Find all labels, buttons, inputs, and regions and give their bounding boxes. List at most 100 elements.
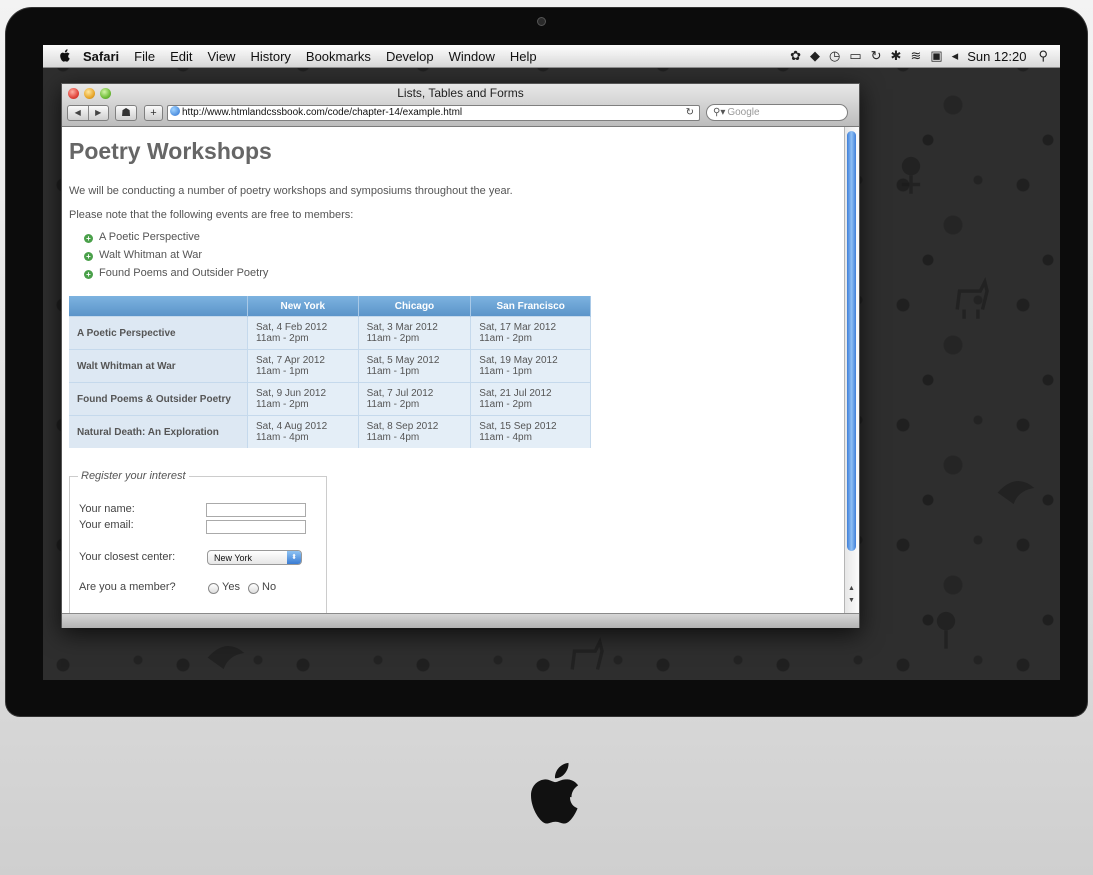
plus-bullet-icon: + xyxy=(84,270,93,279)
table-cell: Sat, 3 Mar 2012 11am - 2pm xyxy=(358,316,472,350)
table-cell: Sat, 7 Jul 2012 11am - 2pm xyxy=(358,382,472,416)
center-select[interactable]: New York ⬍ xyxy=(207,550,302,565)
back-icon[interactable]: ◀ xyxy=(68,106,89,120)
column-header: San Francisco xyxy=(470,296,591,317)
menu-view[interactable]: View xyxy=(208,49,236,64)
member-no-radio[interactable] xyxy=(248,583,259,594)
table-cell: Sat, 9 Jun 2012 11am - 2pm xyxy=(247,382,359,416)
column-header: New York xyxy=(247,296,359,317)
wallpaper-bird-icon xyxy=(207,645,245,670)
select-arrows-icon: ⬍ xyxy=(287,551,301,564)
intro-text: We will be conducting a number of poetry… xyxy=(69,185,513,197)
volume-icon[interactable]: ◂ xyxy=(952,48,959,64)
search-input[interactable]: ⚲▾ Google xyxy=(706,104,848,121)
bluetooth-icon[interactable]: ✱ xyxy=(891,48,902,64)
row-header: Found Poems & Outsider Poetry xyxy=(69,382,248,416)
reload-icon[interactable]: ↻ xyxy=(686,106,694,120)
wallpaper-bird-icon xyxy=(997,480,1035,505)
table-row: Walt Whitman at War Sat, 7 Apr 2012 11am … xyxy=(69,349,591,383)
globe-icon xyxy=(170,106,180,116)
sync-icon[interactable]: ↻ xyxy=(871,48,882,64)
table-cell: Sat, 17 Mar 2012 11am - 2pm xyxy=(470,316,591,350)
plus-bullet-icon: + xyxy=(84,234,93,243)
table-cell: Sat, 21 Jul 2012 11am - 2pm xyxy=(470,382,591,416)
spotlight-search-icon[interactable]: ⚲ xyxy=(1038,48,1048,64)
no-label: No xyxy=(262,581,277,593)
time-machine-icon[interactable]: ◷ xyxy=(829,48,840,64)
center-label: Your closest center: xyxy=(79,551,176,563)
table-cell: Sat, 5 May 2012 11am - 1pm xyxy=(358,349,472,383)
menu-bar: Safari File Edit View History Bookmarks … xyxy=(43,45,1060,68)
column-header xyxy=(69,296,248,317)
page-content: Poetry Workshops We will be conducting a… xyxy=(62,127,844,613)
bookmarks-icon[interactable]: ☗ xyxy=(115,105,137,121)
evernote-icon[interactable]: ◆ xyxy=(810,48,820,64)
url-text: http://www.htmlandcssbook.com/code/chapt… xyxy=(182,107,463,118)
scroll-up-icon[interactable]: ▲ xyxy=(848,585,855,592)
table-cell: Sat, 19 May 2012 11am - 1pm xyxy=(470,349,591,383)
name-field[interactable] xyxy=(206,503,306,517)
display-icon[interactable]: ▭ xyxy=(849,48,861,64)
email-field[interactable] xyxy=(206,520,306,534)
desktop: Safari File Edit View History Bookmarks … xyxy=(43,45,1060,680)
address-bar[interactable]: http://www.htmlandcssbook.com/code/chapt… xyxy=(167,105,700,121)
member-label: Are you a member? xyxy=(79,581,176,593)
list-item: + Walt Whitman at War xyxy=(84,246,268,264)
scroll-thumb[interactable] xyxy=(847,131,856,551)
row-header: Walt Whitman at War xyxy=(69,349,248,383)
window-title: Lists, Tables and Forms xyxy=(397,86,524,100)
table-cell: Sat, 4 Aug 2012 11am - 4pm xyxy=(247,415,359,448)
free-events-list: + A Poetic Perspective + Walt Whitman at W… xyxy=(84,228,268,282)
wallpaper-deer-icon xyxy=(955,276,989,319)
menu-bookmarks[interactable]: Bookmarks xyxy=(306,49,371,64)
row-header: Natural Death: An Exploration xyxy=(69,415,248,448)
table-row: A Poetic Perspective Sat, 4 Feb 2012 11am… xyxy=(69,316,591,350)
members-note: Please note that the following events ar… xyxy=(69,209,354,221)
menu-safari[interactable]: Safari xyxy=(83,49,119,64)
menu-develop[interactable]: Develop xyxy=(386,49,434,64)
menu-file[interactable]: File xyxy=(134,49,155,64)
wallpaper-deer-icon xyxy=(570,636,604,670)
member-yes-radio[interactable] xyxy=(208,583,219,594)
table-header-row: New York Chicago San Francisco xyxy=(69,296,591,317)
apple-menu-icon[interactable] xyxy=(57,48,73,64)
schedule-table: New York Chicago San Francisco A Poetic … xyxy=(69,296,591,448)
forward-icon[interactable]: ▶ xyxy=(89,106,109,120)
table-row: Found Poems & Outsider Poetry Sat, 9 Jun… xyxy=(69,382,591,416)
status-app-icon[interactable]: ✿ xyxy=(790,48,801,64)
table-row: Natural Death: An Exploration Sat, 4 Aug… xyxy=(69,415,591,448)
wifi-icon[interactable]: ≋ xyxy=(910,48,921,64)
register-legend: Register your interest xyxy=(81,470,186,482)
plus-bullet-icon: + xyxy=(84,252,93,261)
battery-icon[interactable]: ▣ xyxy=(930,48,942,64)
row-header: A Poetic Perspective xyxy=(69,316,248,350)
menu-help[interactable]: Help xyxy=(510,49,537,64)
imac-frame: Safari File Edit View History Bookmarks … xyxy=(0,0,1093,875)
apple-logo-icon xyxy=(531,762,579,824)
status-bar xyxy=(62,613,859,628)
add-bookmark-button[interactable]: + xyxy=(144,105,163,121)
browser-window: Lists, Tables and Forms ◀ ▶ ☗ + http://w… xyxy=(61,83,860,628)
list-item: + Found Poems and Outsider Poetry xyxy=(84,264,268,282)
vertical-scrollbar[interactable]: ▲ ▼ xyxy=(844,127,859,613)
search-placeholder: Google xyxy=(727,107,760,118)
scroll-down-icon[interactable]: ▼ xyxy=(848,597,855,604)
back-forward-buttons: ◀ ▶ xyxy=(67,105,109,121)
table-cell: Sat, 4 Feb 2012 11am - 2pm xyxy=(247,316,359,350)
wallpaper-flower-icon xyxy=(901,156,921,194)
table-cell: Sat, 7 Apr 2012 11am - 1pm xyxy=(247,349,359,383)
menu-history[interactable]: History xyxy=(250,49,290,64)
table-cell: Sat, 8 Sep 2012 11am - 4pm xyxy=(358,415,472,448)
list-item: + A Poetic Perspective xyxy=(84,228,268,246)
column-header: Chicago xyxy=(358,296,472,317)
wallpaper-flower-icon xyxy=(936,611,956,649)
name-label: Your name: xyxy=(79,503,135,515)
title-bar: Lists, Tables and Forms ◀ ▶ ☗ + http://w… xyxy=(62,84,859,127)
table-cell: Sat, 15 Sep 2012 11am - 4pm xyxy=(470,415,591,448)
menu-clock[interactable]: Sun 12:20 xyxy=(967,49,1026,64)
camera xyxy=(537,17,546,26)
menu-edit[interactable]: Edit xyxy=(170,49,192,64)
email-label: Your email: xyxy=(79,519,134,531)
menu-window[interactable]: Window xyxy=(449,49,495,64)
yes-label: Yes xyxy=(222,581,240,593)
